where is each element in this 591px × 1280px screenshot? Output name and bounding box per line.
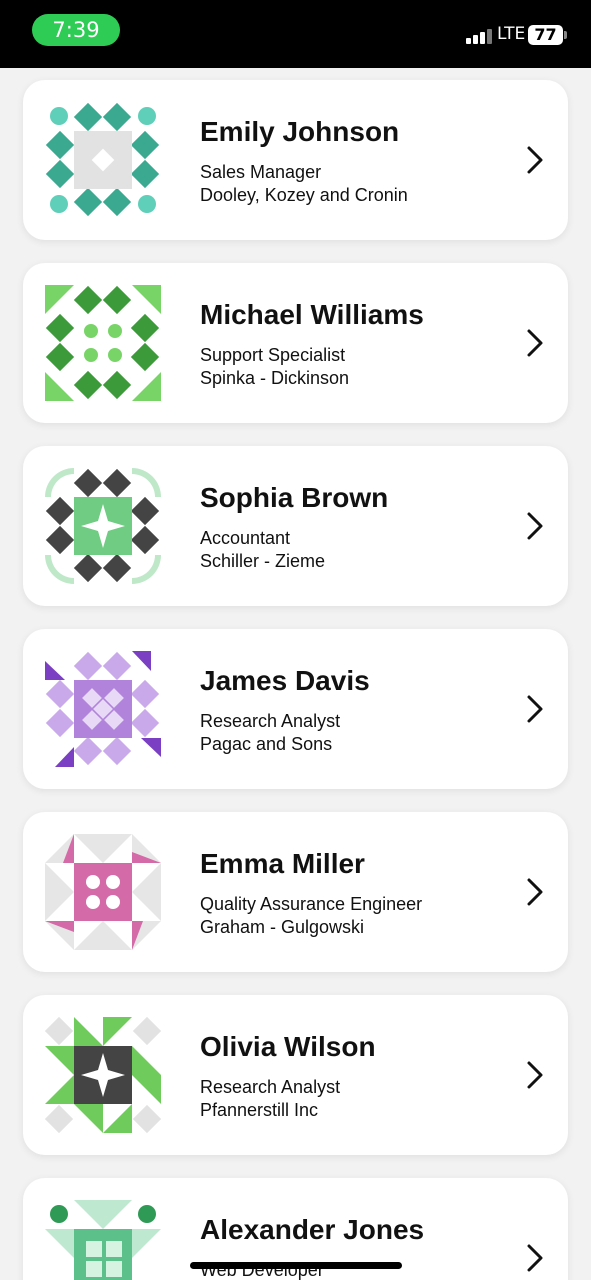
avatar	[45, 1017, 161, 1133]
contact-role: Accountant	[200, 528, 291, 548]
contact-card[interactable]: Sophia Brown Accountant Schiller - Zieme	[23, 446, 568, 606]
avatar	[45, 651, 161, 767]
contact-name: Emma Miller	[200, 848, 365, 879]
status-time[interactable]: 7:39	[32, 14, 120, 46]
contact-role: Quality Assurance Engineer	[200, 894, 423, 914]
contact-name: Sophia Brown	[200, 482, 389, 513]
contact-list[interactable]: Emily Johnson Sales Manager Dooley, Kozey …	[0, 68, 591, 1280]
avatar	[45, 468, 161, 584]
chevron-right-icon[interactable]	[523, 510, 547, 542]
contact-company: Schiller - Zieme	[200, 551, 326, 571]
contact-company: Pfannerstill Inc	[200, 1100, 319, 1120]
status-bar: 7:39 LTE 77	[0, 0, 591, 68]
contact-name: Michael Williams	[200, 299, 424, 330]
contact-name: James Davis	[200, 665, 370, 696]
chevron-right-icon[interactable]	[523, 876, 547, 908]
avatar	[45, 102, 160, 217]
battery-icon: 77	[528, 25, 563, 45]
chevron-right-icon[interactable]	[523, 1242, 547, 1274]
network-type: LTE	[497, 24, 526, 44]
contact-card[interactable]: Michael Williams Support Specialist Spinka…	[23, 263, 568, 423]
chevron-right-icon[interactable]	[523, 144, 547, 176]
contact-role: Sales Manager	[200, 162, 322, 182]
contact-card[interactable]: James Davis Research Analyst Pagac and Son…	[23, 629, 568, 789]
contact-name: Olivia Wilson	[200, 1031, 376, 1062]
chevron-right-icon[interactable]	[523, 1059, 547, 1091]
contact-name: Emily Johnson	[200, 116, 400, 147]
avatar	[45, 834, 161, 950]
avatar	[45, 1200, 161, 1280]
contact-company: Pagac and Sons	[200, 734, 333, 754]
chevron-right-icon[interactable]	[523, 327, 547, 359]
chevron-right-icon[interactable]	[523, 693, 547, 725]
contact-company: Dooley, Kozey and Cronin	[200, 185, 408, 205]
home-indicator[interactable]	[190, 1262, 402, 1269]
contact-card[interactable]: Emily Johnson Sales Manager Dooley, Kozey …	[23, 80, 568, 240]
contact-company: Spinka - Dickinson	[200, 368, 350, 388]
contact-name: Alexander Jones	[200, 1214, 425, 1245]
avatar	[45, 285, 161, 401]
contact-card[interactable]: Emma Miller Quality Assurance Engineer Gra…	[23, 812, 568, 972]
battery-cap	[564, 31, 567, 39]
contact-company: Graham - Gulgowski	[200, 917, 365, 937]
signal-icon	[466, 28, 492, 44]
contact-role: Research Analyst	[200, 1077, 341, 1097]
contact-card[interactable]: Olivia Wilson Research Analyst Pfannerstil…	[23, 995, 568, 1155]
contact-role: Support Specialist	[200, 345, 346, 365]
contact-role: Research Analyst	[200, 711, 341, 731]
